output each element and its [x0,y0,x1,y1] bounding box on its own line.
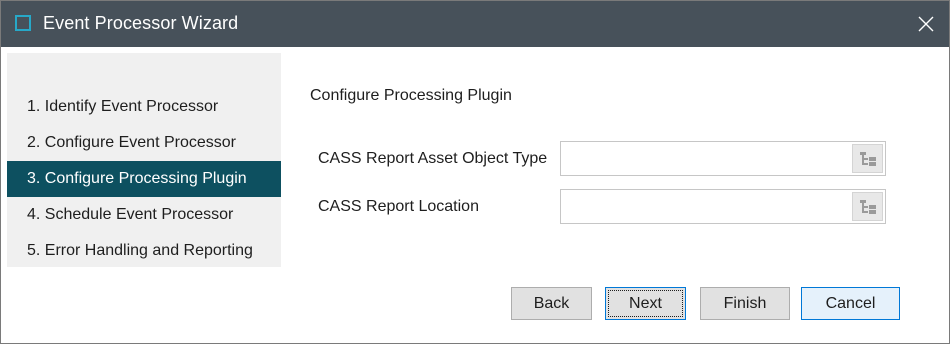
wizard-window: Event Processor Wizard 1. Identify Event… [0,0,950,344]
asset-object-type-field [560,141,886,176]
next-button-label: Next [629,294,662,312]
report-location-label: CASS Report Location [318,198,479,215]
title-bar: Event Processor Wizard [1,1,949,47]
close-icon [918,16,934,32]
asset-object-type-input[interactable] [561,142,849,175]
step-configure-event-processor[interactable]: 2. Configure Event Processor [7,125,281,161]
report-location-field [560,189,886,224]
cancel-button[interactable]: Cancel [801,287,900,320]
next-button[interactable]: Next [605,287,686,320]
wizard-steps-sidebar: 1. Identify Event Processor 2. Configure… [7,53,281,267]
report-location-input[interactable] [561,190,849,223]
cancel-button-label: Cancel [825,294,876,312]
tree-browse-icon [859,151,876,166]
report-location-browse-button[interactable] [852,192,883,221]
window-title: Event Processor Wizard [43,13,239,33]
tree-browse-icon [859,199,876,214]
section-title: Configure Processing Plugin [310,87,512,104]
finish-button[interactable]: Finish [700,287,790,320]
app-window-icon [15,15,31,31]
close-button[interactable] [903,1,949,47]
asset-object-type-browse-button[interactable] [852,144,883,173]
back-button[interactable]: Back [511,287,592,320]
step-schedule-event-processor[interactable]: 4. Schedule Event Processor [7,197,281,233]
step-identify-event-processor[interactable]: 1. Identify Event Processor [7,89,281,125]
asset-object-type-label: CASS Report Asset Object Type [318,150,548,167]
step-configure-processing-plugin[interactable]: 3. Configure Processing Plugin [7,161,281,197]
step-error-handling-and-reporting[interactable]: 5. Error Handling and Reporting [7,233,281,269]
back-button-label: Back [533,294,570,312]
finish-button-label: Finish [723,294,767,312]
